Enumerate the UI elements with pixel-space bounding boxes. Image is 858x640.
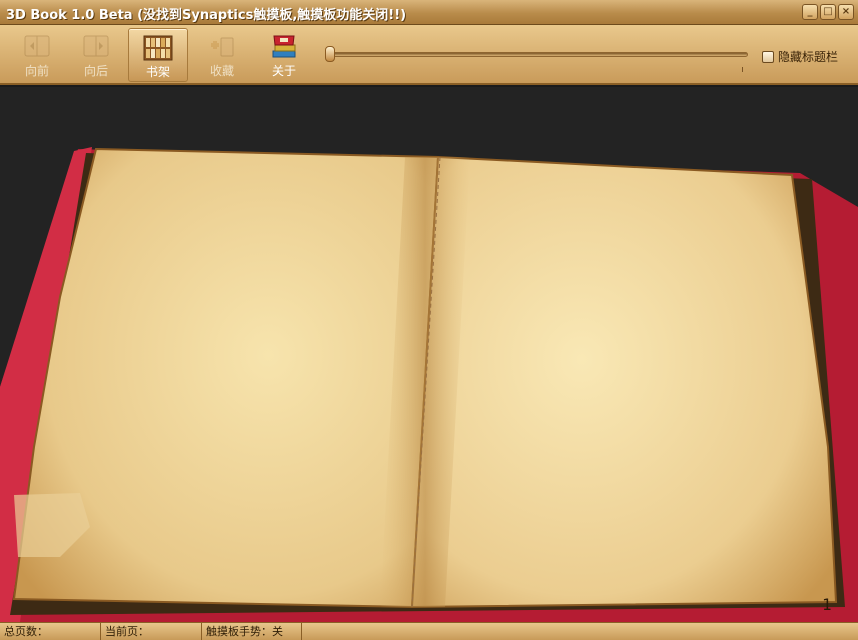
status-filler <box>302 623 858 640</box>
page-slider-track[interactable] <box>330 52 748 57</box>
page-number: 1 <box>822 595 832 614</box>
hide-titlebar-checkbox[interactable] <box>762 50 774 63</box>
open-book[interactable] <box>0 87 858 622</box>
close-button[interactable]: × <box>838 4 854 20</box>
favorites-button[interactable]: 收藏 <box>192 28 252 82</box>
window-title: 3D Book 1.0 Beta (没找到Synaptics触摸板,触摸板功能关… <box>6 8 407 23</box>
minimize-button[interactable]: _ <box>802 4 818 20</box>
hide-titlebar-label: 隐藏标题栏 <box>778 50 839 64</box>
total-pages-status: 总页数： <box>0 623 101 640</box>
right-page <box>410 155 838 609</box>
back-label: 向前 <box>24 64 49 78</box>
slider-tick <box>742 67 743 72</box>
forward-label: 向后 <box>83 64 108 78</box>
book-forward-icon <box>83 35 109 57</box>
add-favorite-icon <box>211 37 234 57</box>
about-label: 关于 <box>271 64 296 78</box>
forward-button[interactable]: 向后 <box>66 28 126 82</box>
bookshelf-icon <box>143 35 173 61</box>
about-button[interactable]: 关于 <box>254 28 314 82</box>
maximize-button[interactable]: □ <box>820 4 836 20</box>
back-button[interactable]: 向前 <box>7 28 67 82</box>
page-slider-thumb[interactable] <box>325 46 335 62</box>
book-back-icon <box>24 35 50 57</box>
favorites-label: 收藏 <box>209 64 234 78</box>
bookshelf-label: 书架 <box>145 65 170 79</box>
hide-titlebar-toggle[interactable]: 隐藏标题栏 <box>762 48 838 65</box>
bookshelf-button[interactable]: 书架 <box>128 28 188 82</box>
book-viewport[interactable]: 1 <box>0 87 858 622</box>
touchpad-gesture-status: 触摸板手势：关 <box>202 623 302 640</box>
toolbar: 向前 向后 书架 收藏 关于 隐藏标题栏 <box>0 25 858 85</box>
window-controls: _ □ × <box>802 4 854 20</box>
books-stack-icon <box>272 35 296 58</box>
title-bar: 3D Book 1.0 Beta (没找到Synaptics触摸板,触摸板功能关… <box>0 0 858 25</box>
current-page-status: 当前页： <box>101 623 202 640</box>
status-bar: 总页数： 当前页： 触摸板手势：关 <box>0 622 858 640</box>
